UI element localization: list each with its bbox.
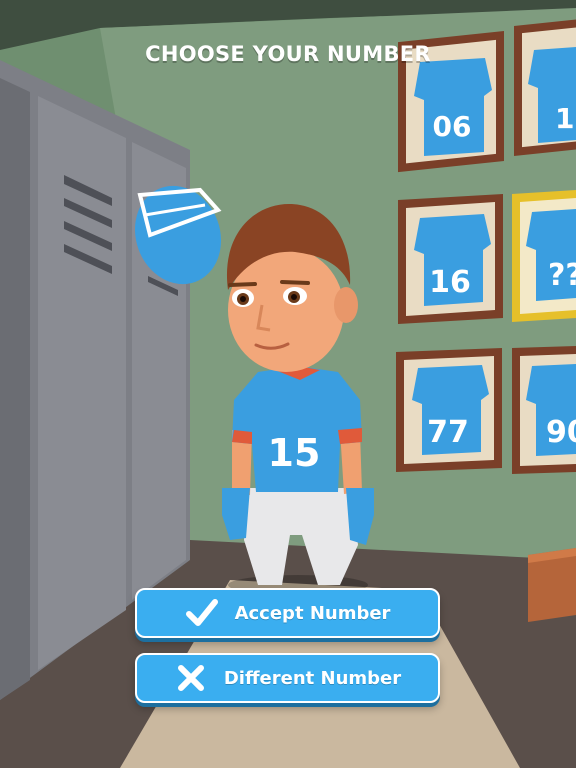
checkmark-icon xyxy=(185,596,219,630)
accept-number-button[interactable]: Accept Number xyxy=(135,588,440,638)
frame-12: 12 xyxy=(514,17,576,156)
frame-77: 77 xyxy=(396,348,502,472)
frame-highlighted: ?? xyxy=(512,190,576,322)
different-number-button[interactable]: Different Number xyxy=(135,653,440,703)
frame-number: 16 xyxy=(429,265,471,300)
frame-number: 90 xyxy=(546,415,576,450)
accept-number-label: Accept Number xyxy=(234,602,391,624)
different-number-label: Different Number xyxy=(223,667,402,689)
frame-number: 77 xyxy=(427,415,469,450)
jersey-frames: 06 12 16 ?? 77 xyxy=(396,17,576,474)
frame-90: 90 xyxy=(512,346,576,474)
frame-number: ?? xyxy=(548,258,576,293)
frame-number: 06 xyxy=(433,110,472,143)
frame-number: 12 xyxy=(555,102,576,135)
bench xyxy=(528,548,576,622)
close-icon xyxy=(174,661,208,695)
player-jersey-number: 15 xyxy=(268,431,321,475)
frame-16: 16 xyxy=(398,194,503,324)
screen-title: CHOOSE YOUR NUMBER xyxy=(145,42,431,66)
